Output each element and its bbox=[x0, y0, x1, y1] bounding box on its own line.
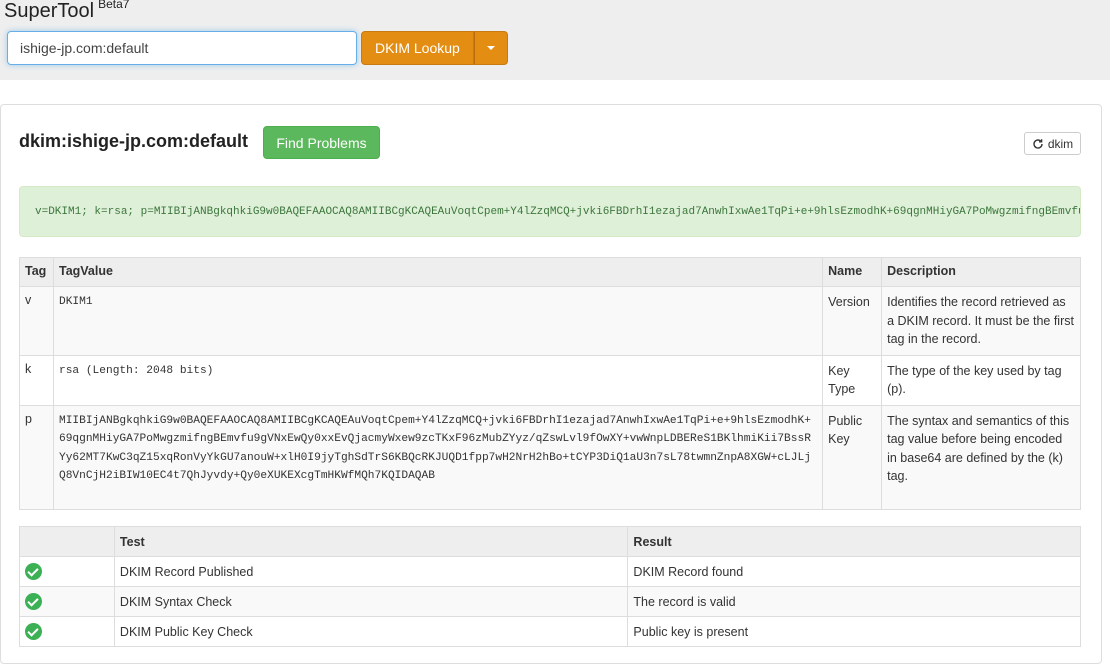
column-header: Test bbox=[113, 526, 629, 557]
lookup-button-group: DKIM Lookup bbox=[361, 31, 508, 65]
refresh-button[interactable]: dkim bbox=[1024, 132, 1081, 155]
tag-cell: p bbox=[19, 404, 54, 510]
app-brand: SuperTool Beta7 bbox=[4, 0, 129, 23]
tag-cell: k bbox=[19, 354, 54, 406]
table-row: DKIM Record Published DKIM Record found bbox=[19, 556, 1081, 587]
status-cell bbox=[19, 616, 115, 647]
test-result-cell: The record is valid bbox=[627, 586, 1081, 617]
check-circle-icon bbox=[25, 593, 42, 610]
tag-description-cell: The syntax and semantics of this tag val… bbox=[881, 404, 1081, 510]
test-table: Test Result DKIM Record Published DKIM R… bbox=[19, 526, 1081, 647]
table-row: v DKIM1 Version Identifies the record re… bbox=[19, 286, 1081, 356]
table-row: p MIIBIjANBgkqhkiG9w0BAQEFAAOCAQ8AMIIBCg… bbox=[19, 404, 1081, 510]
lookup-dropdown-button[interactable] bbox=[473, 31, 508, 65]
tag-table: Tag TagValue Name Description v DKIM1 Ve… bbox=[19, 257, 1081, 510]
column-header: Tag bbox=[19, 257, 54, 287]
app-name: SuperTool bbox=[4, 0, 95, 22]
table-row: DKIM Syntax Check The record is valid bbox=[19, 586, 1081, 617]
beta-badge: Beta7 bbox=[98, 0, 130, 11]
test-name-cell: DKIM Syntax Check bbox=[113, 586, 629, 617]
tag-value-cell: DKIM1 bbox=[52, 286, 824, 356]
column-header: TagValue bbox=[52, 257, 824, 287]
tag-description-cell: Identifies the record retrieved as a DKI… bbox=[881, 286, 1081, 356]
table-row: k rsa (Length: 2048 bits) Key Type The t… bbox=[19, 354, 1081, 406]
tag-cell: v bbox=[19, 286, 54, 356]
status-cell bbox=[19, 586, 115, 617]
table-header-row: Test Result bbox=[19, 526, 1081, 557]
status-cell bbox=[19, 556, 115, 587]
test-result-cell: DKIM Record found bbox=[627, 556, 1081, 587]
column-header: Name bbox=[822, 257, 883, 287]
test-result-cell: Public key is present bbox=[627, 616, 1081, 647]
tag-name-cell: Key Type bbox=[822, 354, 883, 406]
column-header bbox=[19, 526, 115, 557]
refresh-icon bbox=[1033, 138, 1043, 149]
test-name-cell: DKIM Public Key Check bbox=[113, 616, 629, 647]
tag-name-cell: Version bbox=[822, 286, 883, 356]
refresh-label: dkim bbox=[1047, 136, 1074, 151]
find-problems-button[interactable]: Find Problems bbox=[263, 126, 380, 159]
table-row: DKIM Public Key Check Public key is pres… bbox=[19, 616, 1081, 647]
check-circle-icon bbox=[25, 563, 42, 580]
dkim-record-box: v=DKIM1; k=rsa; p=MIIBIjANBgkqhkiG9w0BAQ… bbox=[19, 186, 1081, 237]
caret-down-icon bbox=[486, 46, 495, 50]
test-name-cell: DKIM Record Published bbox=[113, 556, 629, 587]
check-circle-icon bbox=[25, 623, 42, 640]
dkim-lookup-button[interactable]: DKIM Lookup bbox=[361, 31, 474, 65]
tag-value-cell: MIIBIjANBgkqhkiG9w0BAQEFAAOCAQ8AMIIBCgKC… bbox=[52, 404, 824, 510]
page-title: dkim:ishige-jp.com:default bbox=[19, 131, 249, 151]
column-header: Result bbox=[627, 526, 1081, 557]
tag-description-cell: The type of the key used by tag (p). bbox=[881, 354, 1081, 406]
tag-value-cell: rsa (Length: 2048 bits) bbox=[52, 354, 824, 406]
column-header: Description bbox=[881, 257, 1081, 287]
table-header-row: Tag TagValue Name Description bbox=[19, 257, 1081, 287]
dkim-record-text: v=DKIM1; k=rsa; p=MIIBIjANBgkqhkiG9w0BAQ… bbox=[35, 206, 1081, 218]
tag-name-cell: Public Key bbox=[822, 404, 883, 510]
search-input[interactable] bbox=[7, 31, 357, 65]
